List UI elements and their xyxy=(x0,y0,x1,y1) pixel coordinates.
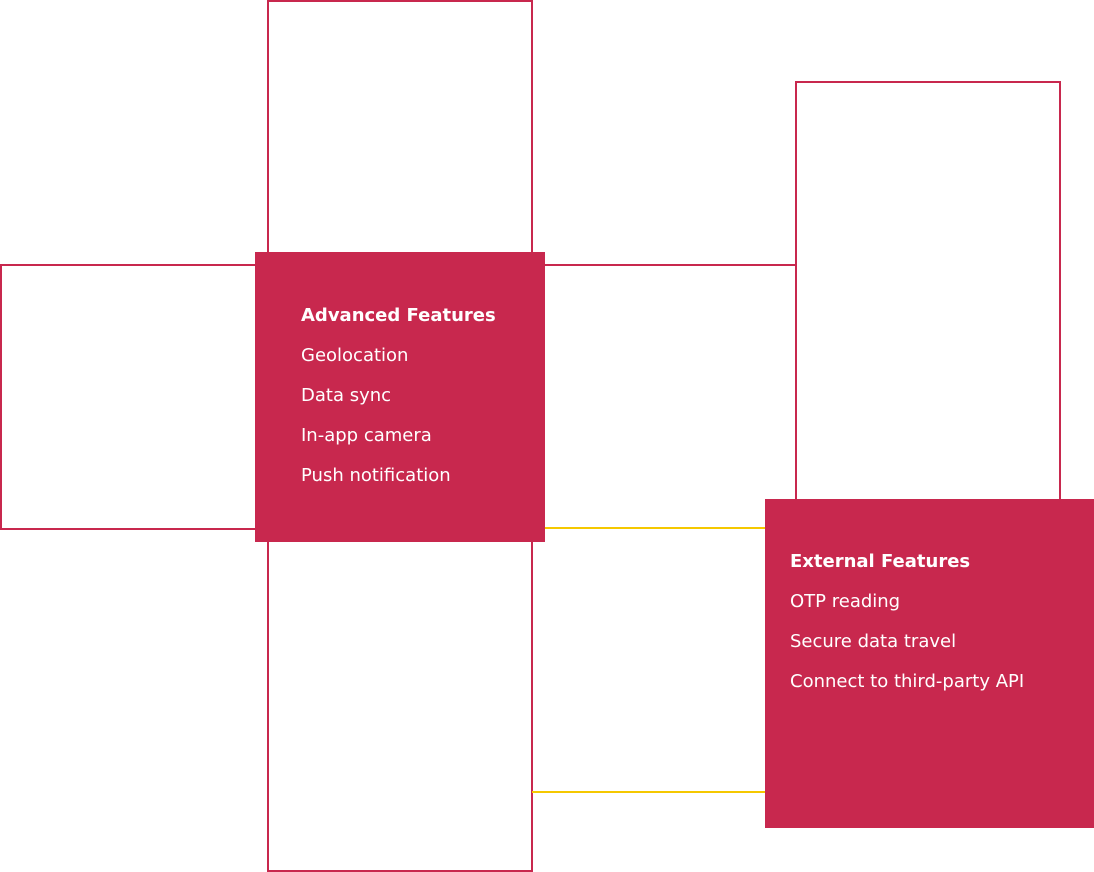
advanced-features-card: Advanced Features Geolocation Data sync … xyxy=(255,252,545,542)
external-features-title: External Features xyxy=(790,551,971,572)
frame-top xyxy=(267,0,533,270)
feature-item: Push notification xyxy=(301,465,451,486)
connector-yellow-bottom xyxy=(532,791,767,793)
advanced-features-title: Advanced Features xyxy=(301,305,496,326)
feature-item: Data sync xyxy=(301,385,392,406)
feature-item: OTP reading xyxy=(790,591,901,612)
frame-bottom xyxy=(267,530,533,872)
frame-right xyxy=(795,81,1061,511)
feature-item: Geolocation xyxy=(301,345,409,366)
external-features-card: External Features OTP reading Secure dat… xyxy=(765,499,1094,828)
feature-item: Secure data travel xyxy=(790,631,957,652)
feature-item: In-app camera xyxy=(301,425,432,446)
connector-yellow-top xyxy=(545,527,767,529)
connector-red xyxy=(540,264,797,266)
frame-left xyxy=(0,264,270,530)
feature-item: Connect to third-party API xyxy=(790,671,1025,692)
